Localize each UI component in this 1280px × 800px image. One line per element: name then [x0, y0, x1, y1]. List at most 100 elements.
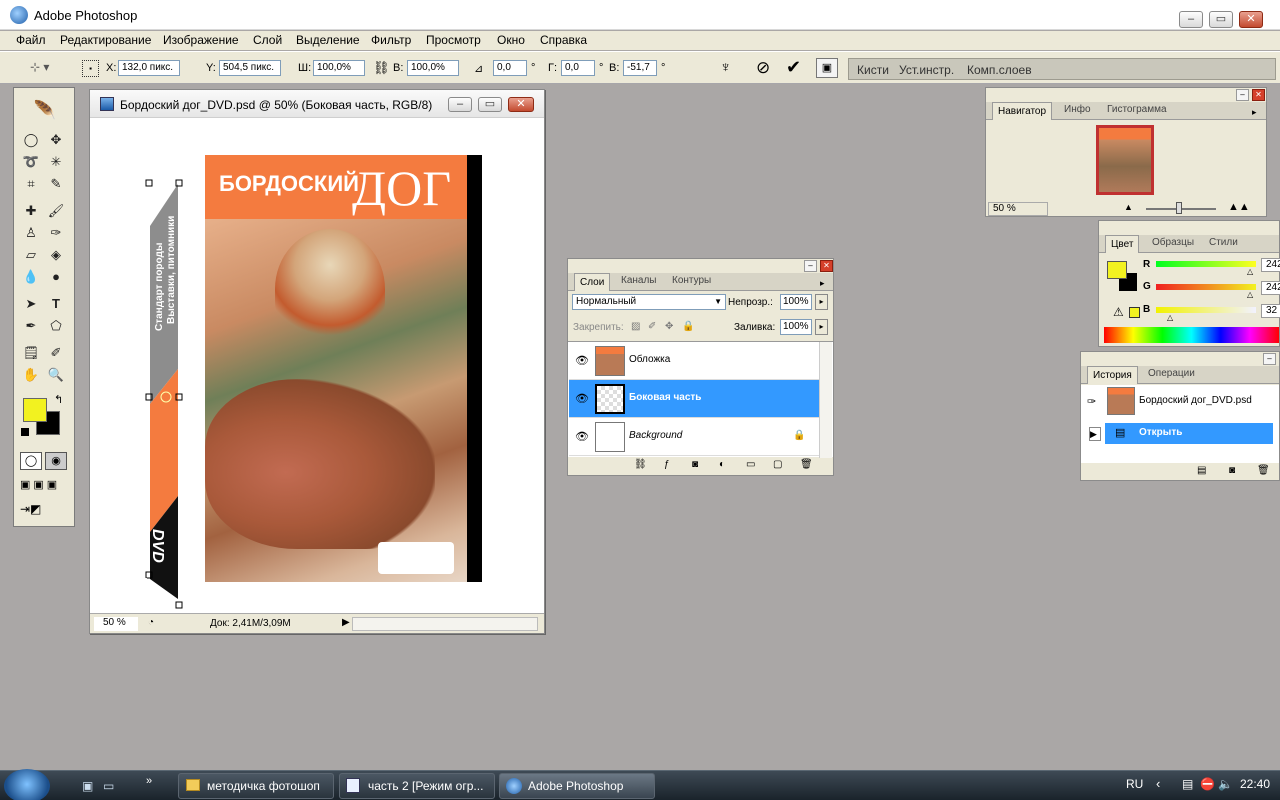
- eyedropper-tool-icon[interactable]: ✐: [45, 343, 67, 363]
- tab-histogram[interactable]: Гистограмма: [1102, 104, 1172, 115]
- new-group-icon[interactable]: ▭: [746, 459, 755, 470]
- layer-mask-icon[interactable]: ◙: [692, 459, 698, 470]
- tool-preset-icon[interactable]: ⊹ ▾: [30, 60, 60, 76]
- lock-transparent-icon[interactable]: ▨: [631, 321, 640, 332]
- lock-all-icon[interactable]: 🔒: [682, 321, 694, 332]
- menu-edit[interactable]: Редактирование: [60, 33, 151, 47]
- quick-mask-icon[interactable]: ◉: [45, 452, 67, 470]
- start-button[interactable]: [4, 769, 50, 800]
- well-tab-tool-presets[interactable]: Уст.инстр.: [899, 63, 954, 77]
- new-layer-icon[interactable]: ▢: [773, 459, 782, 470]
- lock-position-icon[interactable]: ✥: [665, 321, 673, 332]
- quicklaunch-overflow-icon[interactable]: »: [146, 775, 152, 787]
- warp-icon[interactable]: ♆: [720, 59, 731, 76]
- menu-view[interactable]: Просмотр: [426, 33, 481, 47]
- doc-zoom-field[interactable]: 50 %: [94, 617, 138, 631]
- r-value[interactable]: 242: [1261, 258, 1280, 272]
- layers-scrollbar[interactable]: [819, 342, 832, 458]
- close-button[interactable]: ✕: [1239, 11, 1263, 28]
- hand-tool-icon[interactable]: ✋: [20, 365, 42, 385]
- menu-layer[interactable]: Слой: [253, 33, 282, 47]
- taskbar-item-photoshop[interactable]: Adobe Photoshop: [499, 773, 655, 799]
- menu-file[interactable]: Файл: [16, 33, 46, 47]
- g-slider-thumb[interactable]: △: [1247, 290, 1253, 299]
- maximize-button[interactable]: ▭: [1209, 11, 1233, 28]
- marquee-tool-icon[interactable]: ◯: [20, 130, 42, 150]
- eye-icon[interactable]: 👁: [575, 354, 589, 367]
- zoom-in-icon[interactable]: ▲▲: [1228, 201, 1250, 213]
- navigator-preview[interactable]: [1096, 125, 1154, 195]
- tab-actions[interactable]: Операции: [1143, 368, 1200, 379]
- layers-menu-arrow[interactable]: ▸: [820, 278, 825, 289]
- pen-tool-icon[interactable]: ✒: [20, 316, 42, 336]
- brush-tool-icon[interactable]: 🖌: [45, 201, 67, 221]
- default-colors-icon[interactable]: [21, 428, 29, 436]
- shape-tool-icon[interactable]: ⬠: [45, 316, 67, 336]
- screen-mode-icon[interactable]: ▣▣▣: [20, 478, 68, 494]
- doc-close-button[interactable]: ✕: [508, 97, 534, 112]
- history-minimize-button[interactable]: –: [1263, 353, 1276, 365]
- foreground-color-swatch[interactable]: [23, 398, 47, 422]
- layer-row-spine[interactable]: 👁 Боковая часть: [569, 380, 819, 418]
- cancel-transform-icon[interactable]: ⊘: [756, 58, 770, 78]
- menu-help[interactable]: Справка: [540, 33, 587, 47]
- layer-style-icon[interactable]: ƒ: [664, 459, 670, 470]
- horizontal-scrollbar[interactable]: [352, 617, 538, 631]
- tray-security-icon[interactable]: ⛔: [1200, 777, 1215, 791]
- cover-layer[interactable]: БОРДОСКИЙ ДОГ: [205, 155, 482, 582]
- tray-network-icon[interactable]: ▤: [1182, 777, 1193, 791]
- eye-icon[interactable]: 👁: [575, 392, 589, 405]
- g-slider[interactable]: [1156, 284, 1256, 290]
- new-document-from-state-icon[interactable]: ▤: [1197, 465, 1206, 476]
- history-item-open[interactable]: ▤ Открыть: [1105, 423, 1273, 444]
- layer-row-background[interactable]: 👁 Background 🔒: [569, 418, 819, 456]
- x-input[interactable]: 132,0 пикс.: [118, 60, 180, 76]
- layers-minimize-button[interactable]: –: [804, 260, 817, 272]
- path-selection-tool-icon[interactable]: ➤: [20, 294, 42, 314]
- magic-wand-tool-icon[interactable]: ✳: [45, 152, 67, 172]
- slice-tool-icon[interactable]: ✎: [45, 174, 67, 194]
- crop-tool-icon[interactable]: ⌗: [20, 174, 42, 194]
- canvas[interactable]: Стандарт породы Выставки, питомники БОРД…: [94, 119, 540, 611]
- zoom-tool-icon[interactable]: 🔍: [45, 365, 67, 385]
- jump-to-imageready-icon[interactable]: ⇥◩: [20, 502, 68, 520]
- color-fg-swatch[interactable]: [1107, 261, 1127, 279]
- delete-layer-icon[interactable]: 🗑: [800, 459, 813, 470]
- tab-channels[interactable]: Каналы: [616, 275, 662, 286]
- new-snapshot-icon[interactable]: ◙: [1229, 465, 1235, 476]
- adjustment-layer-icon[interactable]: ◐: [719, 459, 725, 470]
- menu-select[interactable]: Выделение: [296, 33, 360, 47]
- paint-bucket-tool-icon[interactable]: ◈: [45, 245, 67, 265]
- tab-layers[interactable]: Слои: [574, 273, 611, 291]
- layers-close-button[interactable]: ✕: [820, 260, 833, 272]
- menu-filter[interactable]: Фильтр: [371, 33, 411, 47]
- navigator-menu-arrow[interactable]: ▸: [1252, 107, 1257, 118]
- history-brush-tool-icon[interactable]: ✑: [45, 223, 67, 243]
- history-snapshot-name[interactable]: Бордоский дог_DVD.psd: [1139, 395, 1252, 406]
- commit-transform-icon[interactable]: ✔: [786, 57, 801, 78]
- doc-maximize-button[interactable]: ▭: [478, 97, 502, 112]
- healing-tool-icon[interactable]: ✚: [20, 201, 42, 221]
- fill-arrow[interactable]: ▸: [815, 319, 828, 335]
- eye-icon[interactable]: 👁: [575, 430, 589, 443]
- menu-window[interactable]: Окно: [497, 33, 525, 47]
- w-input[interactable]: 100,0%: [313, 60, 365, 76]
- switch-windows-icon[interactable]: ▭: [103, 779, 114, 793]
- well-tab-brushes[interactable]: Кисти: [857, 63, 889, 77]
- notes-tool-icon[interactable]: 🗒: [20, 343, 42, 363]
- history-state-marker-icon[interactable]: ▶: [1089, 427, 1101, 441]
- g-value[interactable]: 242: [1261, 281, 1280, 295]
- doc-status-menu-arrow[interactable]: ▶: [342, 617, 350, 628]
- minimize-button[interactable]: –: [1179, 11, 1203, 28]
- language-indicator[interactable]: RU: [1126, 777, 1143, 791]
- lasso-tool-icon[interactable]: ➰: [20, 152, 42, 172]
- file-browser-icon[interactable]: ▣: [816, 58, 838, 78]
- swap-colors-icon[interactable]: ↰: [54, 393, 63, 406]
- tab-styles[interactable]: Стили: [1204, 237, 1243, 248]
- eraser-tool-icon[interactable]: ▱: [20, 245, 42, 265]
- link-layers-icon[interactable]: ⛓: [634, 459, 647, 470]
- navigator-close-button[interactable]: ✕: [1252, 89, 1265, 101]
- opacity-input[interactable]: 100%: [780, 294, 812, 310]
- fill-input[interactable]: 100%: [780, 319, 812, 335]
- tab-color[interactable]: Цвет: [1105, 235, 1140, 253]
